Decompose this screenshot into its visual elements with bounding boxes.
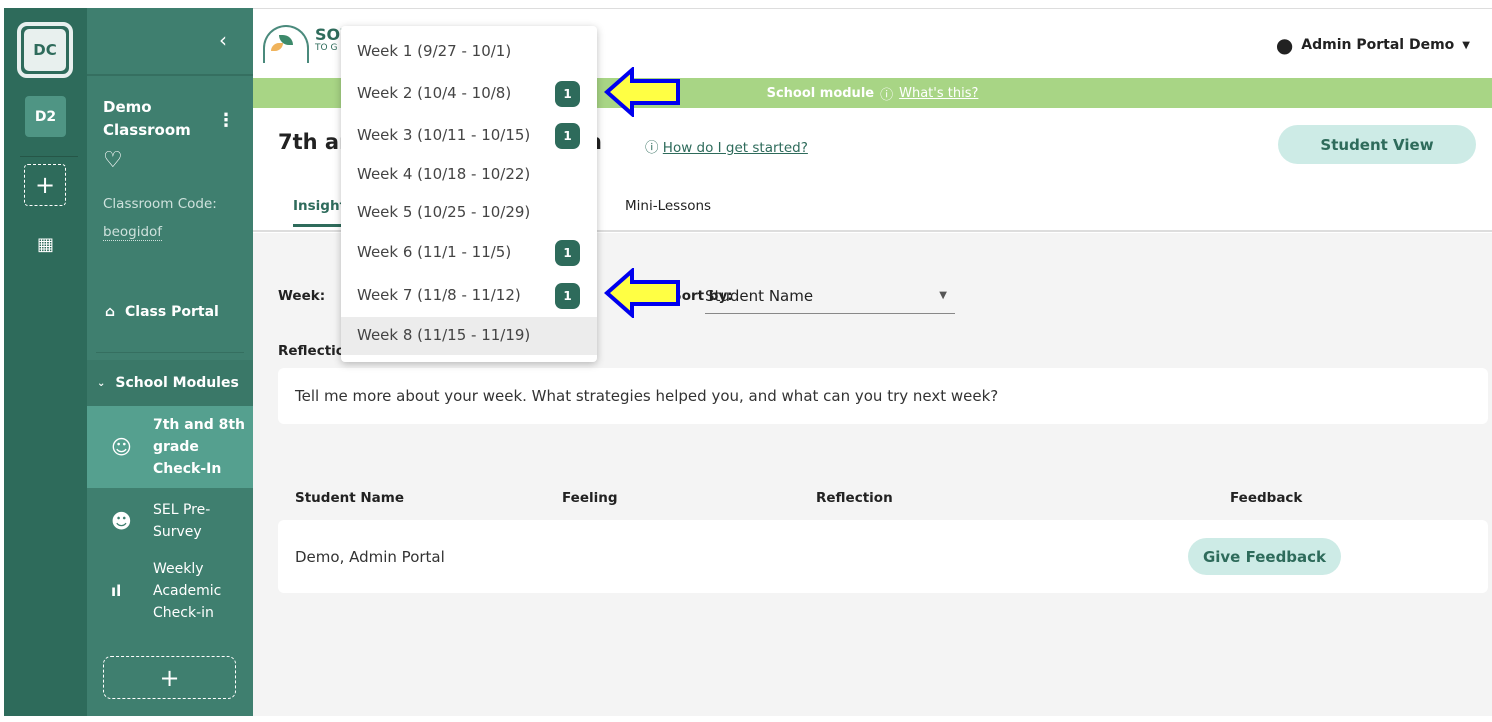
divider	[20, 156, 78, 157]
grid-icon[interactable]: ▦	[37, 234, 54, 255]
week-option[interactable]: Week 6 (11/1 - 11/5) 1	[341, 234, 597, 272]
collapse-sidebar-button[interactable]: ‹	[219, 28, 227, 52]
workspace-dc[interactable]: DC	[17, 22, 73, 78]
sidebar-item-class-portal[interactable]: ⌂ Class Portal	[105, 304, 219, 320]
week-option[interactable]: Week 4 (10/18 - 10/22)	[341, 156, 597, 194]
sort-select[interactable]: Student Name ▼	[705, 280, 955, 314]
reflection-prompt: Tell me more about your week. What strat…	[278, 368, 1488, 424]
help-link[interactable]: ⓘ How do I get started?	[645, 136, 808, 156]
count-badge: 1	[555, 240, 580, 266]
student-name: Demo, Admin Portal	[295, 548, 445, 566]
account-circle-icon: ●	[1275, 33, 1294, 57]
week-option[interactable]: Week 7 (11/8 - 11/12) 1	[341, 277, 597, 315]
classroom-code-label: Classroom Code:	[103, 196, 217, 212]
favorite-heart-icon[interactable]: ♡	[103, 148, 123, 173]
smiley-icon: ☺	[111, 435, 132, 459]
whats-this-link[interactable]: What's this?	[899, 86, 978, 101]
count-badge: 1	[555, 81, 580, 107]
table-row: Demo, Admin Portal Give Feedback	[278, 520, 1488, 593]
student-view-button[interactable]: Student View	[1278, 125, 1476, 164]
sidebar: ‹ Demo Classroom ⋮ ♡ Classroom Code: beo…	[87, 8, 253, 716]
count-badge: 1	[555, 123, 580, 149]
workspace-rail: DC D2 + ▦	[4, 8, 87, 716]
chevron-down-icon: ⌄	[97, 377, 106, 389]
week-label: Week:	[278, 288, 326, 304]
add-workspace-button[interactable]: +	[24, 164, 66, 206]
bar-chart-icon: ıl	[111, 582, 122, 600]
give-feedback-button[interactable]: Give Feedback	[1188, 538, 1341, 575]
col-feeling: Feeling	[562, 490, 618, 506]
count-badge: 1	[555, 283, 580, 309]
week-option[interactable]: Week 3 (10/11 - 10/15) 1	[341, 117, 597, 155]
annotation-arrow-icon	[604, 268, 680, 318]
col-reflection: Reflection	[816, 490, 893, 506]
week-dropdown-menu: Week 1 (9/27 - 10/1) Week 2 (10/4 - 10/8…	[341, 26, 597, 362]
sidebar-item-sel-pre-survey[interactable]: ☻ SEL Pre-Survey	[87, 496, 253, 546]
sidebar-item-check-in[interactable]: ☺ 7th and 8th grade Check-In	[87, 406, 253, 488]
more-options-icon[interactable]: ⋮	[217, 110, 235, 131]
add-module-button[interactable]: +	[103, 656, 236, 699]
info-icon: ⓘ	[880, 87, 894, 103]
annotation-arrow-icon	[604, 67, 680, 117]
sidebar-item-weekly-academic[interactable]: ıl Weekly Academic Check-in	[87, 556, 253, 626]
classroom-name: Demo Classroom	[103, 98, 191, 139]
head-gear-icon: ☻	[111, 509, 132, 533]
divider	[96, 352, 244, 353]
classroom-code[interactable]: beogidof	[103, 224, 163, 241]
week-option[interactable]: Week 1 (9/27 - 10/1)	[341, 33, 597, 71]
caret-down-icon: ▼	[1462, 39, 1470, 51]
home-icon: ⌂	[105, 304, 116, 320]
caret-down-icon: ▼	[939, 290, 947, 301]
col-student-name: Student Name	[295, 490, 405, 506]
col-feedback: Feedback	[1230, 490, 1303, 506]
workspace-d2[interactable]: D2	[25, 96, 66, 137]
info-icon: ⓘ	[645, 140, 659, 156]
tab-mini-lessons[interactable]: Mini-Lessons	[625, 198, 711, 214]
school-modules-toggle[interactable]: ⌄ School Modules	[87, 360, 253, 406]
user-menu[interactable]: ● Admin Portal Demo ▼	[1276, 33, 1470, 57]
week-option[interactable]: Week 2 (10/4 - 10/8) 1	[341, 75, 597, 113]
logo[interactable]	[263, 25, 309, 63]
week-option[interactable]: Week 5 (10/25 - 10/29)	[341, 194, 597, 232]
week-option-selected[interactable]: Week 8 (11/15 - 11/19)	[341, 317, 597, 355]
